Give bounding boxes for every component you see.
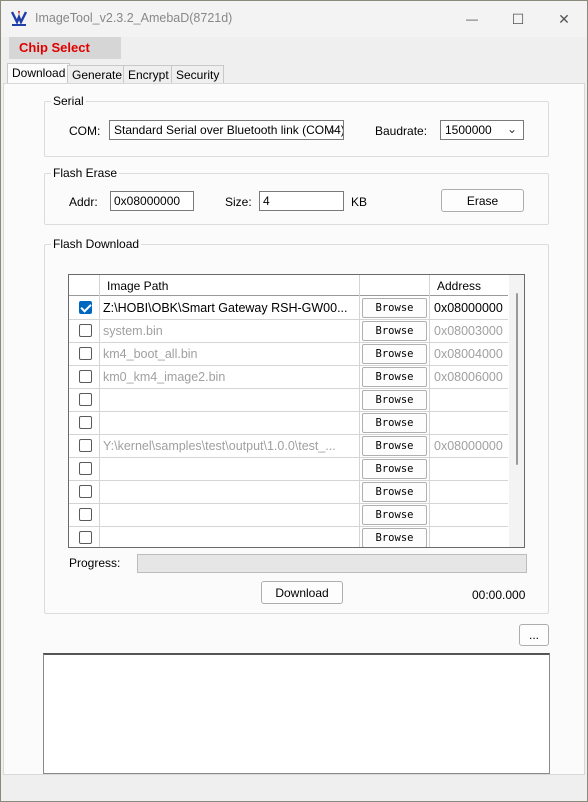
row-checkbox[interactable] (79, 416, 92, 429)
table-row: Browse (69, 481, 508, 504)
erase-size-label: Size: (225, 195, 252, 209)
elapsed-time: 00:00.000 (472, 588, 526, 602)
maximize-button[interactable]: ☐ (495, 1, 541, 37)
image-path-cell: km0_km4_image2.bin (103, 370, 226, 384)
table-row: Browse (69, 504, 508, 527)
baudrate-select-value: 1500000 (445, 123, 492, 137)
tab-generate[interactable]: Generate (67, 65, 128, 83)
col-address: Address (437, 279, 482, 293)
title-bar[interactable]: ImageTool_v2.3.2_AmebaD(8721d) — ☐ ✕ (1, 1, 587, 37)
table-row: Browse (69, 458, 508, 481)
table-row: system.bin Browse 0x08003000 (69, 320, 508, 343)
erase-button[interactable]: Erase (441, 189, 524, 212)
col-image-path: Image Path (107, 279, 169, 293)
browse-button[interactable]: Browse (362, 321, 427, 341)
image-path-cell: km4_boot_all.bin (103, 347, 198, 361)
more-button[interactable]: ... (519, 624, 549, 646)
table-row: Browse (69, 412, 508, 435)
com-select[interactable]: Standard Serial over Bluetooth link (COM… (109, 120, 344, 140)
erase-addr-label: Addr: (69, 195, 98, 209)
browse-button[interactable]: Browse (362, 390, 427, 410)
table-row: Browse (69, 389, 508, 412)
column-divider (359, 275, 360, 547)
flash-erase-group-title: Flash Erase (51, 166, 120, 180)
image-table: Image Path Address Z:\HOBI\OBK\Smart Gat… (68, 274, 525, 548)
row-checkbox[interactable] (79, 485, 92, 498)
browse-button[interactable]: Browse (362, 413, 427, 433)
minimize-button[interactable]: — (449, 1, 495, 37)
table-row: km0_km4_image2.bin Browse 0x08006000 (69, 366, 508, 389)
app-logo-icon (10, 11, 28, 26)
row-checkbox[interactable] (79, 393, 92, 406)
browse-button[interactable]: Browse (362, 528, 427, 547)
row-checkbox[interactable] (79, 531, 92, 544)
column-divider (99, 275, 100, 547)
close-icon: ✕ (558, 10, 570, 27)
progress-label: Progress: (69, 556, 121, 570)
scrollbar-thumb[interactable] (516, 293, 518, 465)
app-window: ImageTool_v2.3.2_AmebaD(8721d) — ☐ ✕ Chi… (0, 0, 588, 802)
maximize-icon: ☐ (511, 10, 525, 27)
address-cell[interactable]: 0x08000000 (434, 301, 503, 315)
tab-encrypt[interactable]: Encrypt (123, 65, 174, 83)
browse-button[interactable]: Browse (362, 459, 427, 479)
row-checkbox[interactable] (79, 347, 92, 360)
progress-bar (137, 554, 527, 573)
browse-button[interactable]: Browse (362, 436, 427, 456)
chip-select-button[interactable]: Chip Select (9, 37, 121, 59)
chevron-down-icon: ⌄ (326, 122, 337, 136)
com-label: COM: (69, 124, 101, 138)
browse-button[interactable]: Browse (362, 367, 427, 387)
chevron-down-icon: ⌄ (506, 122, 517, 136)
minimize-icon: — (466, 12, 478, 26)
table-header: Image Path Address (69, 275, 508, 296)
erase-size-unit: KB (351, 195, 368, 209)
baudrate-label: Baudrate: (375, 124, 428, 138)
row-checkbox[interactable] (79, 324, 92, 337)
image-path-cell: Z:\HOBI\OBK\Smart Gateway RSH-GW00... (103, 301, 348, 315)
browse-button[interactable]: Browse (362, 298, 427, 318)
address-cell[interactable]: 0x08004000 (434, 347, 503, 361)
row-checkbox[interactable] (79, 508, 92, 521)
browse-button[interactable]: Browse (362, 505, 427, 525)
browse-button[interactable]: Browse (362, 482, 427, 502)
column-divider (429, 275, 430, 547)
row-checkbox[interactable] (79, 439, 92, 452)
row-checkbox[interactable] (79, 370, 92, 383)
image-path-cell: Y:\kernel\samples\test\output\1.0.0\test… (103, 439, 336, 453)
row-checkbox[interactable] (79, 301, 92, 314)
image-path-cell: system.bin (103, 324, 163, 338)
download-button[interactable]: Download (261, 581, 343, 604)
baudrate-select[interactable]: 1500000 ⌄ (440, 120, 524, 140)
flash-download-group-title: Flash Download (51, 237, 142, 251)
browse-button[interactable]: Browse (362, 344, 427, 364)
address-cell[interactable]: 0x08000000 (434, 439, 503, 453)
serial-group-title: Serial (51, 94, 86, 108)
table-row: Browse (69, 527, 508, 547)
tab-security[interactable]: Security (171, 65, 225, 83)
erase-size-input[interactable]: 4 (259, 191, 344, 211)
table-row: km4_boot_all.bin Browse 0x08004000 (69, 343, 508, 366)
log-output[interactable] (43, 653, 550, 774)
address-cell[interactable]: 0x08003000 (434, 324, 503, 338)
table-row: Z:\HOBI\OBK\Smart Gateway RSH-GW00... Bro… (69, 297, 508, 320)
table-scrollbar[interactable] (509, 275, 524, 547)
tab-download[interactable]: Download (7, 63, 71, 84)
address-cell[interactable]: 0x08006000 (434, 370, 503, 384)
com-select-value: Standard Serial over Bluetooth link (COM… (114, 123, 344, 137)
row-checkbox[interactable] (79, 462, 92, 475)
close-button[interactable]: ✕ (541, 1, 587, 37)
table-row: Y:\kernel\samples\test\output\1.0.0\test… (69, 435, 508, 458)
erase-addr-input[interactable]: 0x08000000 (110, 191, 194, 211)
window-title: ImageTool_v2.3.2_AmebaD(8721d) (35, 11, 233, 25)
